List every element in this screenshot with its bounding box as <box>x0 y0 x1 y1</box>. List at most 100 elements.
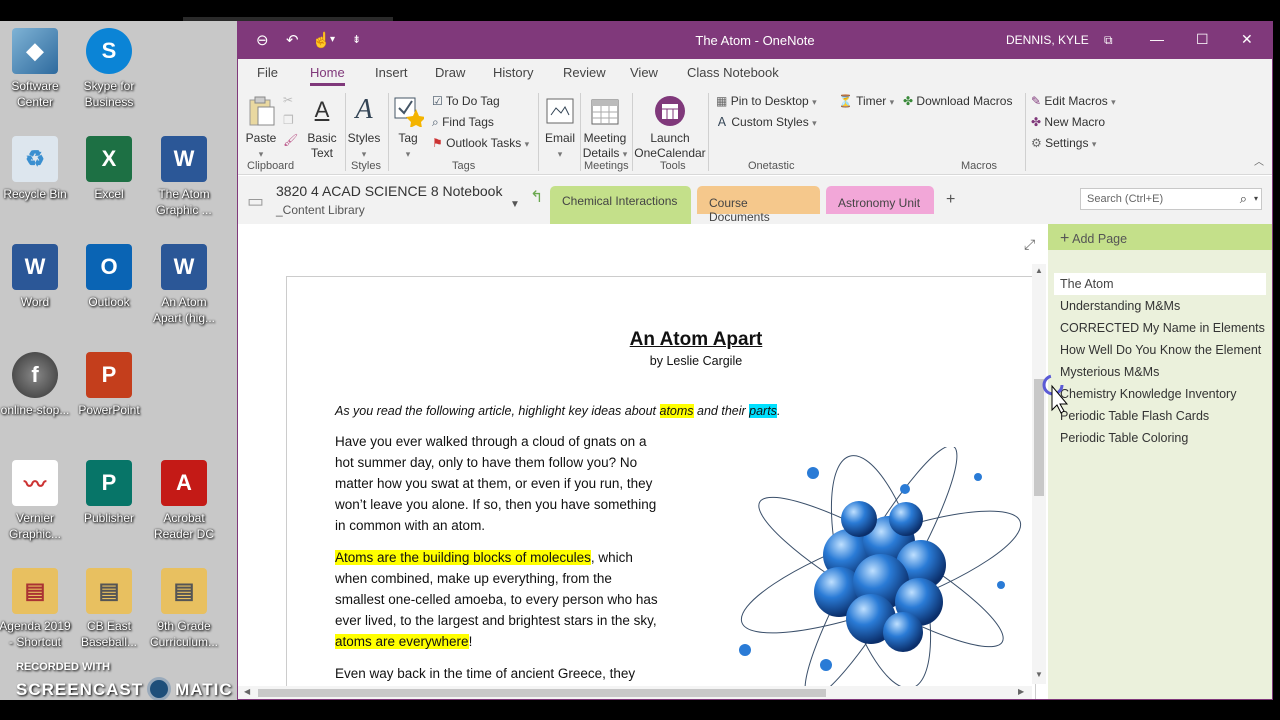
desktop-icon-word[interactable]: W Word <box>0 244 73 310</box>
page-item-flash-cards[interactable]: Periodic Table Flash Cards <box>1060 409 1209 423</box>
document-byline: by Leslie Cargile <box>649 354 743 368</box>
close-icon[interactable]: ✕ <box>1241 31 1253 48</box>
navigate-up-icon[interactable]: ↰ <box>530 190 543 206</box>
minimize-icon[interactable]: — <box>1150 31 1164 47</box>
desktop-icon-vernier[interactable]: 〰 Vernier Graphic... <box>0 460 73 542</box>
separator <box>1025 93 1026 171</box>
skype-icon: S <box>86 28 132 74</box>
desktop-icon-agenda[interactable]: ▤ Agenda 2019 - Shortcut <box>0 568 73 650</box>
pin-to-desktop-button[interactable]: ▦ Pin to Desktop ▾ <box>716 94 817 110</box>
document-title: An Atom Apart <box>629 329 763 350</box>
desktop-icon-acrobat[interactable]: A Acrobat Reader DC <box>146 460 222 542</box>
tab-home[interactable]: Home <box>310 65 345 86</box>
desktop-icon-outlook[interactable]: O Outlook <box>71 244 147 310</box>
horizontal-scrollbar[interactable]: ◀ ▶ <box>238 686 1032 699</box>
section-tab-astronomy-unit[interactable]: Astronomy Unit <box>826 186 934 214</box>
page-canvas[interactable]: ⤢ An Atom Apart by Leslie Cargile As you… <box>238 224 1048 699</box>
scroll-down-icon[interactable]: ▼ <box>1035 670 1043 679</box>
meeting-details-button[interactable]: Meeting Details ▾ <box>582 95 628 162</box>
page-item-know-the-element[interactable]: How Well Do You Know the Element <box>1060 343 1261 357</box>
page-item-mysterious-mms[interactable]: Mysterious M&Ms <box>1060 365 1159 379</box>
tag-button[interactable]: Tag ▾ <box>392 95 426 162</box>
cut-icon[interactable]: ✂ <box>283 93 293 108</box>
separator <box>388 93 389 171</box>
desktop-icon-cb-east[interactable]: ▤ CB East Baseball... <box>71 568 147 650</box>
settings-button[interactable]: ⚙ Settings ▾ <box>1031 136 1096 152</box>
folder-icon: ▤ <box>161 568 207 614</box>
top-black-bar <box>0 0 1280 21</box>
page-item-the-atom[interactable]: The Atom <box>1054 273 1266 295</box>
flag-icon: ⚑ <box>432 136 443 150</box>
title-bar: ⊖ ↶ ☝ ▾ ⇟ The Atom - OneNote DENNIS, KYL… <box>238 22 1272 59</box>
find-tags-button[interactable]: ⌕ Find Tags <box>432 115 494 130</box>
search-input[interactable]: Search (Ctrl+E) ⌕ ▾ <box>1080 188 1262 210</box>
desktop-icon-software-center[interactable]: ◆ Software Center <box>0 28 73 110</box>
scroll-right-icon[interactable]: ▶ <box>1018 687 1024 696</box>
section-group-name[interactable]: _Content Library <box>276 203 365 218</box>
tab-review[interactable]: Review <box>563 65 606 80</box>
search-scope-dropdown-icon[interactable]: ▾ <box>1254 194 1258 203</box>
desktop-icon-recycle-bin[interactable]: ♻ Recycle Bin <box>0 136 73 202</box>
add-page-button[interactable]: + Add Page <box>1048 224 1272 250</box>
word-document-icon: W <box>161 244 207 290</box>
desktop-icon-atom-apart[interactable]: W An Atom Apart (hig... <box>146 244 222 326</box>
paste-button[interactable]: Paste ▾ <box>244 95 278 162</box>
notebook-dropdown-icon[interactable]: ▼ <box>510 197 520 212</box>
ribbon-display-icon[interactable]: ⧉ <box>1104 33 1113 48</box>
scroll-left-icon[interactable]: ◀ <box>244 687 250 696</box>
edit-macros-button[interactable]: ✎ Edit Macros ▾ <box>1031 94 1116 110</box>
tab-history[interactable]: History <box>493 65 533 80</box>
software-center-icon: ◆ <box>12 28 58 74</box>
format-painter-icon[interactable]: 🖌 <box>283 133 298 148</box>
tab-file[interactable]: File <box>257 65 278 80</box>
horizontal-scrollbar-thumb[interactable] <box>258 689 826 697</box>
desktop-icon-skype[interactable]: S Skype for Business <box>71 28 147 110</box>
tab-view[interactable]: View <box>630 65 658 80</box>
new-macro-icon: ✤ <box>1031 115 1042 129</box>
tag-dropdown-icon: ▾ <box>405 149 411 159</box>
todo-tag-button[interactable]: ☑ To Do Tag <box>432 94 500 109</box>
page-item-understanding-mms[interactable]: Understanding M&Ms <box>1060 299 1180 313</box>
expand-icon[interactable]: ⤢ <box>1024 236 1035 253</box>
acrobat-icon: A <box>161 460 207 506</box>
copy-icon[interactable]: ❐ <box>283 113 294 128</box>
page-item-corrected-name-elements[interactable]: CORRECTED My Name in Elements <box>1060 321 1265 335</box>
vertical-scrollbar[interactable]: ▲ ▼ <box>1032 264 1046 684</box>
desktop-icon-powerpoint[interactable]: P PowerPoint <box>71 352 147 418</box>
edit-macros-icon: ✎ <box>1031 94 1042 108</box>
styles-button[interactable]: A Styles ▾ <box>346 95 382 162</box>
new-macro-button[interactable]: ✤ New Macro <box>1031 115 1105 130</box>
custom-styles-icon: Ａ <box>716 115 729 129</box>
launch-onecalendar-button[interactable]: Launch OneCalendar <box>634 95 706 161</box>
user-name[interactable]: DENNIS, KYLE <box>1006 33 1089 47</box>
collapse-ribbon-icon[interactable]: ︿ <box>1254 155 1264 170</box>
tab-draw[interactable]: Draw <box>435 65 465 80</box>
outlook-tasks-button[interactable]: ⚑ Outlook Tasks ▾ <box>432 136 529 152</box>
scroll-up-icon[interactable]: ▲ <box>1035 266 1043 275</box>
desktop-icon-online-stop[interactable]: f online-stop... <box>0 352 73 418</box>
desktop-icon-9th-grade[interactable]: ▤ 9th Grade Curriculum... <box>146 568 222 650</box>
custom-styles-button[interactable]: Ａ Custom Styles ▾ <box>716 115 817 131</box>
search-icon[interactable]: ⌕ <box>1240 191 1247 207</box>
desktop-icon-atom-graphic[interactable]: W The Atom Graphic ... <box>146 136 222 218</box>
download-macros-button[interactable]: ✤ Download Macros <box>903 94 1012 109</box>
section-tab-course-documents[interactable]: Course Documents <box>697 186 820 224</box>
paragraph-3: Even way back in the time of ancient Gre… <box>335 666 636 681</box>
tab-insert[interactable]: Insert <box>375 65 408 80</box>
timer-button[interactable]: ⏳ Timer ▾ <box>838 94 894 110</box>
maximize-icon[interactable]: ☐ <box>1196 31 1209 48</box>
paragraph-2: Atoms are the building blocks of molecul… <box>335 550 658 649</box>
desktop-icon-excel[interactable]: X Excel <box>71 136 147 202</box>
email-button[interactable]: Email ▾ <box>542 95 578 162</box>
add-section-button[interactable]: + <box>946 192 955 208</box>
notebook-name[interactable]: 3820 4 ACAD SCIENCE 8 Notebook <box>276 184 502 199</box>
basic-text-button[interactable]: A Basic Text <box>304 95 340 161</box>
desktop-icon-publisher[interactable]: P Publisher <box>71 460 147 526</box>
settings-dropdown-icon: ▾ <box>1091 139 1097 149</box>
page-item-chemistry-knowledge[interactable]: Chemistry Knowledge Inventory <box>1060 387 1236 401</box>
section-tab-chemical-interactions[interactable]: Chemical Interactions <box>550 186 691 224</box>
tab-class-notebook[interactable]: Class Notebook <box>687 65 779 80</box>
page-item-table-coloring[interactable]: Periodic Table Coloring <box>1060 431 1188 445</box>
checkbox-icon: ☑ <box>432 94 443 108</box>
styles-dropdown-icon: ▾ <box>361 149 367 159</box>
